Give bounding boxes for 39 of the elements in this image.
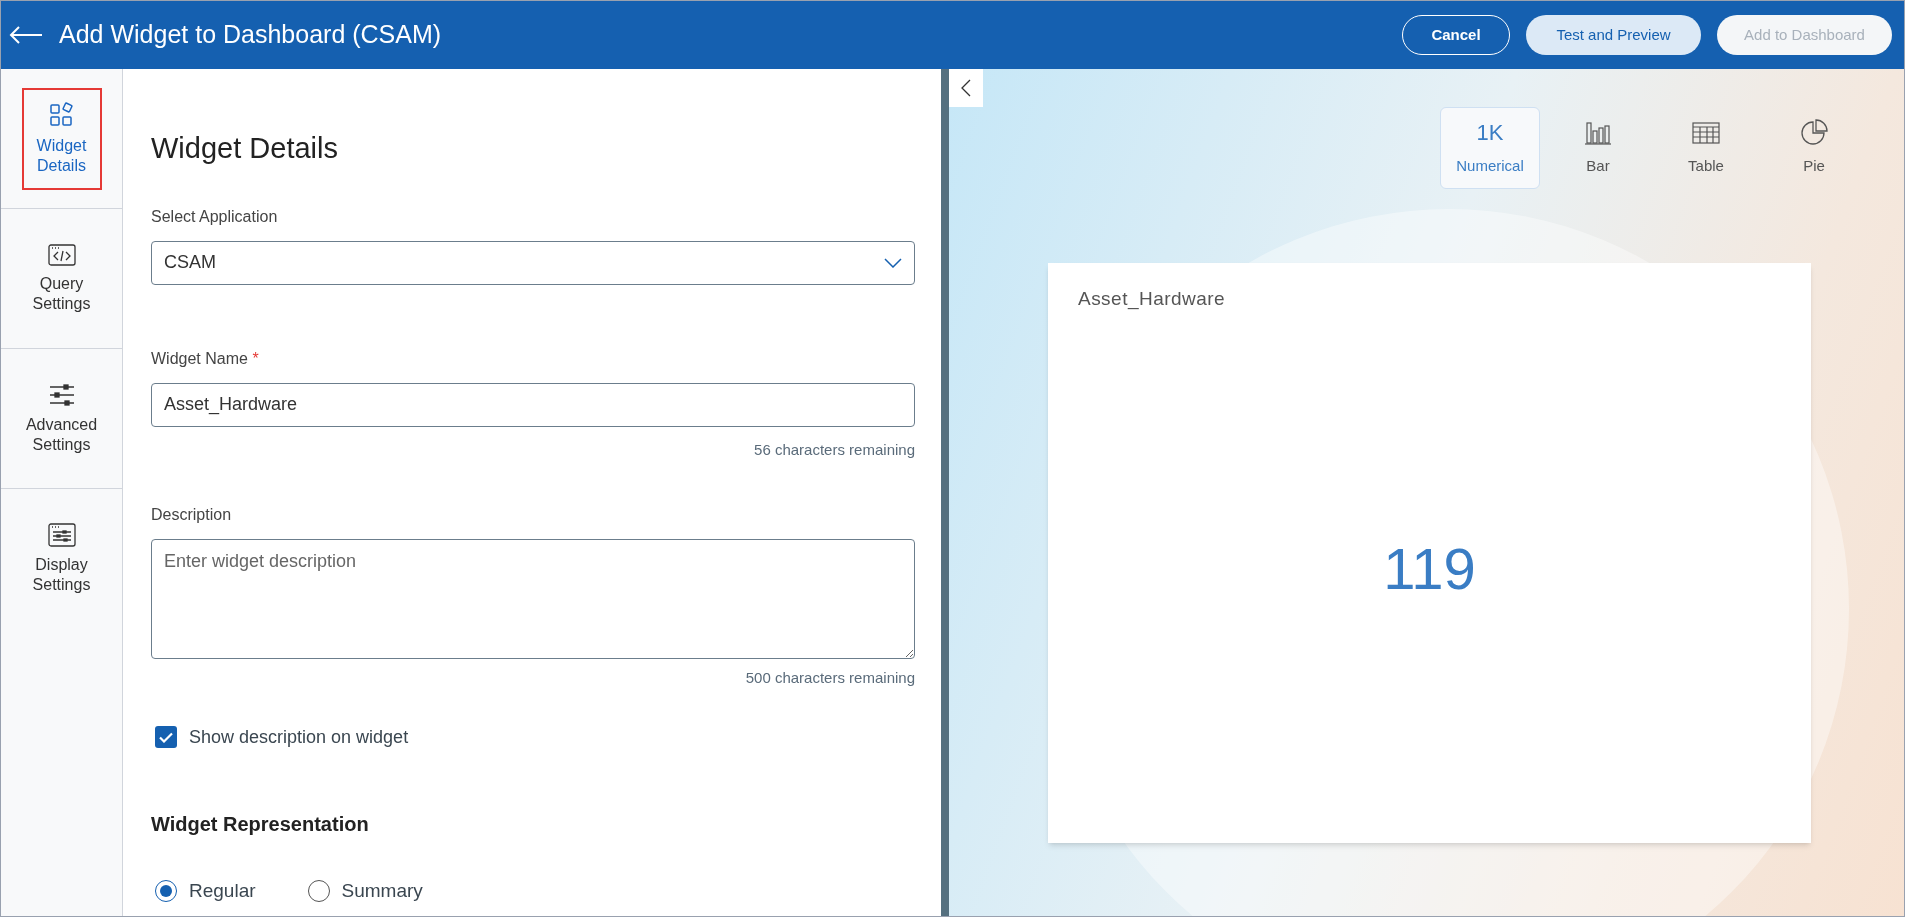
- sliders-icon: [48, 382, 75, 407]
- sidebar-tab[interactable]: Display Settings: [1, 515, 122, 603]
- chart-type-tab[interactable]: 1K Numerical: [1440, 107, 1540, 189]
- widget-name-field[interactable]: Asset_Hardware: [151, 382, 915, 427]
- tab-label: Widget Details: [35, 135, 88, 176]
- tab-label: Advanced Settings: [24, 414, 99, 455]
- chart-type-tab[interactable]: Bar: [1548, 107, 1648, 189]
- field-label: Description: [151, 505, 233, 525]
- code-icon: [47, 243, 76, 266]
- description-field[interactable]: Enter widget description: [151, 539, 915, 659]
- checkbox[interactable]: [155, 726, 177, 748]
- radio-label: Regular: [189, 878, 256, 903]
- pie-chart-icon: [1800, 118, 1828, 147]
- header-button[interactable]: Test and Preview: [1526, 15, 1701, 55]
- tab-label: Display Settings: [31, 555, 92, 595]
- chart-type-tab[interactable]: Table: [1656, 107, 1756, 189]
- sidebar-tab[interactable]: Advanced Settings: [1, 374, 122, 463]
- page-title: Add Widget to Dashboard (CSAM): [59, 19, 442, 51]
- application-dropdown[interactable]: CSAM: [151, 240, 915, 285]
- tab-label: Query Settings: [31, 273, 92, 314]
- field-label: Widget Name *: [151, 348, 260, 369]
- character-count: 56 characters remaining: [753, 439, 915, 460]
- widget-title: Asset_Hardware: [1078, 287, 1227, 312]
- sidebar-tab[interactable]: Widget Details: [21, 87, 102, 190]
- checkbox-label: Show description on widget: [189, 725, 409, 749]
- field-label: Select Application: [151, 206, 279, 227]
- form-title: Widget Details: [151, 131, 339, 166]
- widget-value: 119: [1383, 534, 1476, 603]
- display-settings-icon: [47, 523, 76, 547]
- chevron-down-icon: [884, 257, 902, 268]
- radio-label: Summary: [341, 878, 423, 903]
- back-arrow-icon[interactable]: [9, 25, 43, 45]
- checkmark-icon: [159, 731, 173, 743]
- chevron-left-icon: [961, 79, 971, 97]
- chart-type-tab[interactable]: Pie: [1764, 107, 1864, 189]
- widgets-icon: [48, 101, 75, 128]
- section-title: Widget Representation: [151, 811, 370, 837]
- sidebar-tab[interactable]: Query Settings: [1, 235, 122, 322]
- character-count: 500 characters remaining: [744, 668, 915, 688]
